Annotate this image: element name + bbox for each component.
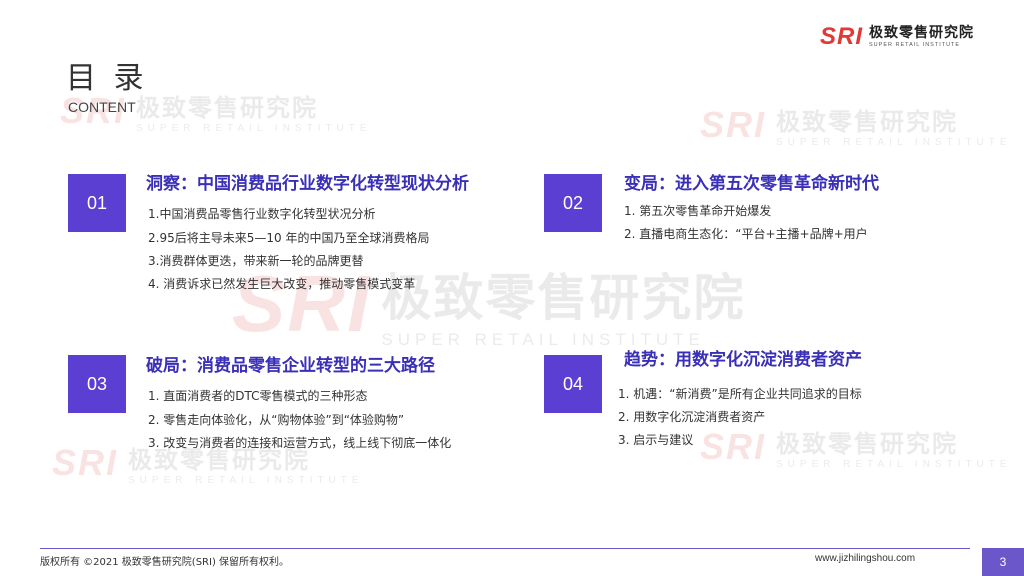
list-item: 1. 机遇：“新消费”是所有企业共同追求的目标 (618, 387, 862, 401)
list-item: 1.中国消费品零售行业数字化转型状况分析 (148, 207, 376, 221)
list-item: 2. 用数字化沉淀消费者资产 (618, 410, 766, 424)
list-item: 2.95后将主导未来5—10 年的中国乃至全球消费格局 (148, 231, 430, 245)
footer-website-link[interactable]: www.jizhilingshou.com (815, 553, 915, 564)
list-item: 3. 改变与消费者的连接和运营方式，线上线下彻底一体化 (148, 436, 452, 450)
list-item: 3. 启示与建议 (618, 433, 694, 447)
section-title-04[interactable]: 趋势：用数字化沉淀消费者资产 (624, 349, 862, 371)
list-item: 3.消费群体更迭，带来新一轮的品牌更替 (148, 254, 364, 268)
watermark-logo-bottom-right: SRI 极致零售研究院 SUPER RETAIL INSTITUTE (700, 426, 1012, 470)
page-subtitle: CONTENT (68, 99, 136, 115)
section-number-01: 01 (68, 174, 126, 232)
page-number: 3 (982, 548, 1024, 576)
page-title: 目 录 (66, 61, 148, 96)
logo-mark: SRI (820, 23, 864, 50)
section-number-03: 03 (68, 355, 126, 413)
list-item: 1. 第五次零售革命开始爆发 (624, 204, 772, 218)
watermark-logo-center: SRI 极致零售研究院 SUPER RETAIL INSTITUTE (232, 259, 746, 349)
list-item: 1. 直面消费者的DTC零售模式的三种形态 (148, 389, 368, 403)
footer-divider (40, 548, 970, 549)
list-item: 2. 直播电商生态化：“平台+主播+品牌+用户 (624, 227, 868, 241)
section-number-02: 02 (544, 174, 602, 232)
brand-logo: SRI 极致零售研究院 SUPER RETAIL INSTITUTE (820, 22, 990, 52)
section-title-01[interactable]: 洞察：中国消费品行业数字化转型现状分析 (146, 173, 469, 195)
logo-name-en: SUPER RETAIL INSTITUTE (869, 42, 961, 48)
section-title-03[interactable]: 破局：消费品零售企业转型的三大路径 (146, 355, 435, 377)
logo-name-cn: 极致零售研究院 (869, 25, 975, 41)
section-number-04: 04 (544, 355, 602, 413)
watermark-logo-top-right: SRI 极致零售研究院 SUPER RETAIL INSTITUTE (700, 104, 1012, 148)
section-title-02[interactable]: 变局：进入第五次零售革命新时代 (624, 173, 879, 195)
footer-copyright: 版权所有 ©2021 极致零售研究院(SRI) 保留所有权利。 (40, 557, 290, 568)
list-item: 4. 消费诉求已然发生巨大改变，推动零售模式变革 (148, 277, 416, 291)
list-item: 2. 零售走向体验化，从“购物体验”到“体验购物” (148, 413, 405, 427)
